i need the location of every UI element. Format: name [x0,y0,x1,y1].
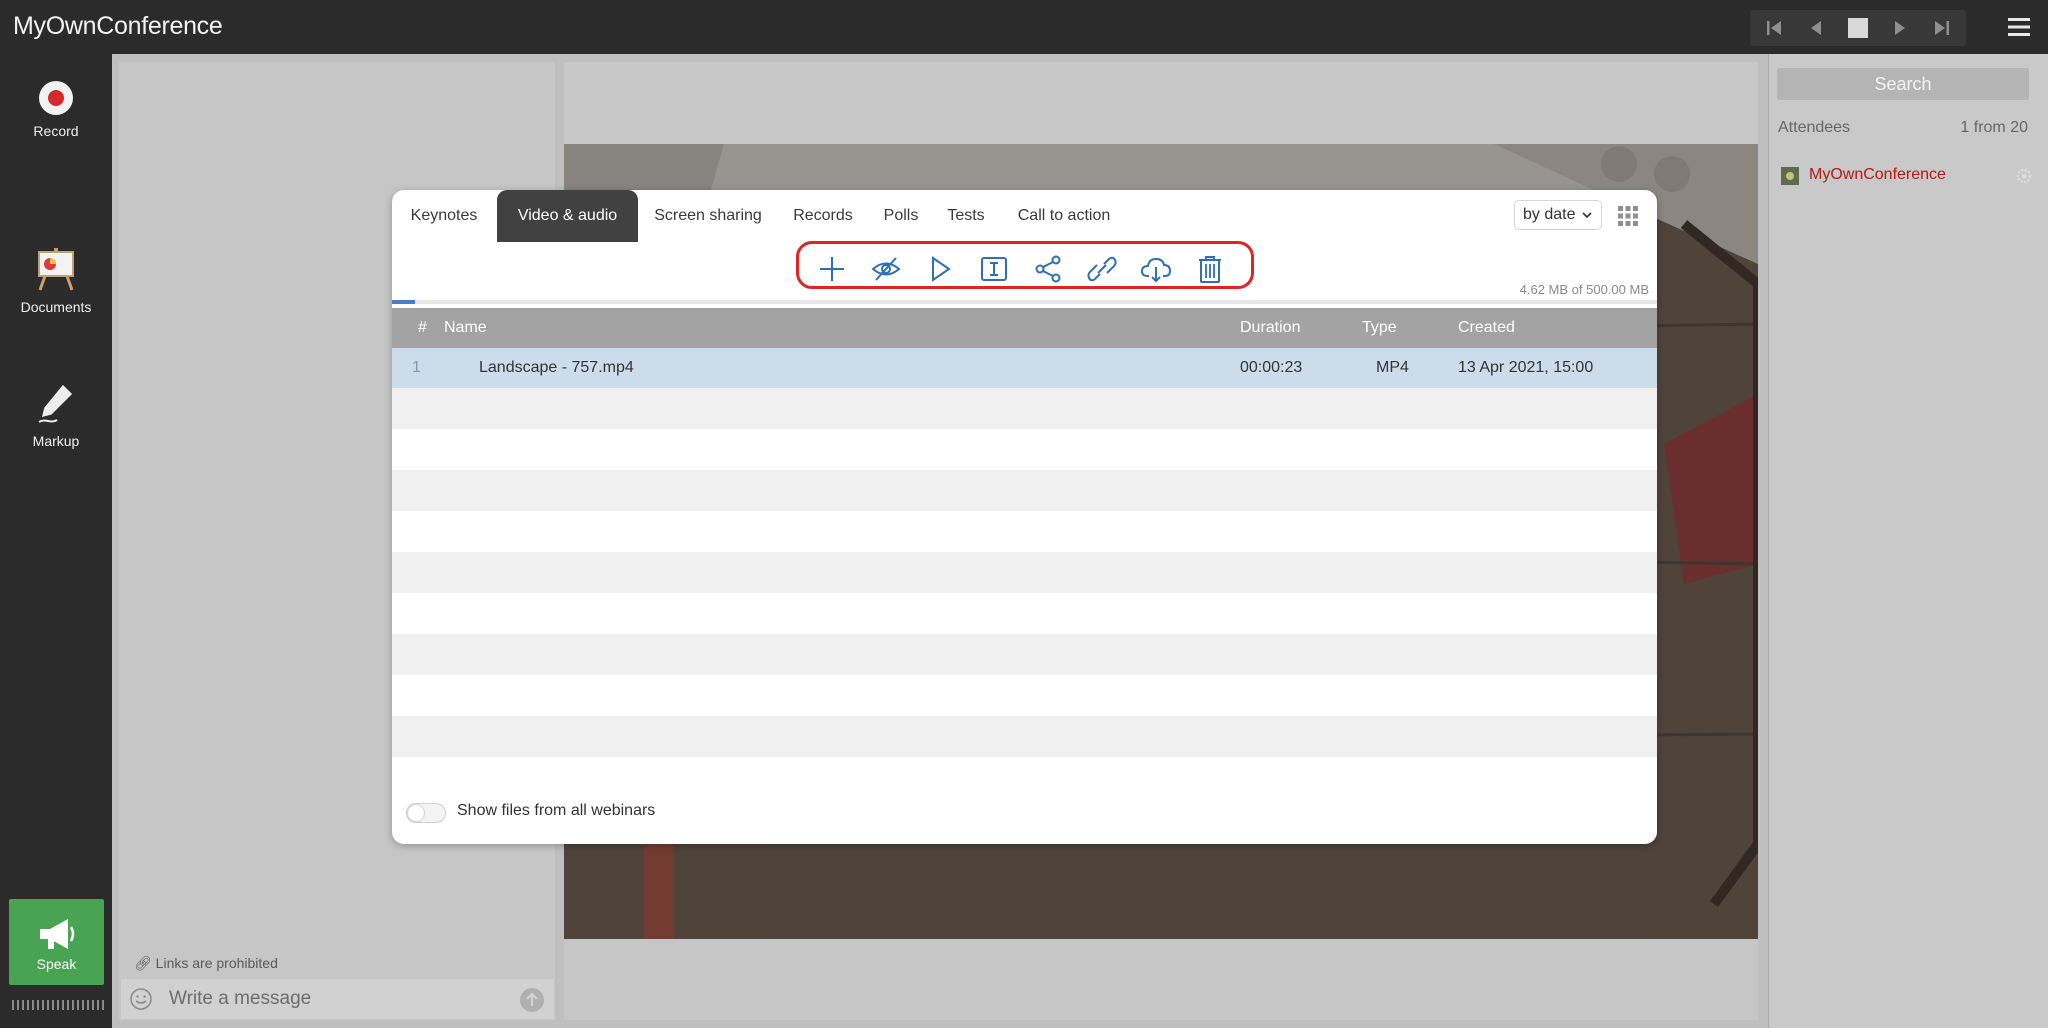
markup-button[interactable]: Markup [0,380,112,449]
column-number-header[interactable]: # [418,308,427,348]
column-created-header[interactable]: Created [1458,308,1515,348]
message-input[interactable] [167,985,497,1013]
row-duration: 00:00:23 [1240,359,1303,376]
table-header: # Name Duration Type Created [392,308,1657,348]
grid-view-icon[interactable] [1618,206,1638,226]
attendee-row[interactable]: MyOwnConference [1777,164,2033,188]
empty-row [392,552,1657,593]
record-icon [39,81,73,115]
show-all-webinars-label: Show files from all webinars [457,802,656,819]
presentation-board-icon [38,248,74,291]
empty-row [392,388,1657,429]
chevron-down-icon [1582,212,1592,219]
empty-row [392,470,1657,511]
storage-progress-bar [392,300,1657,304]
links-notice: 🔗︎ Links are prohibited [134,955,278,972]
column-type-header[interactable]: Type [1362,308,1397,348]
cloud-download-icon[interactable] [1141,254,1171,284]
hide-icon[interactable] [871,254,901,284]
first-slide-icon[interactable] [1762,16,1786,40]
add-icon[interactable] [817,254,847,284]
rename-icon[interactable] [979,254,1009,284]
show-all-webinars-toggle[interactable] [406,803,446,823]
tab-tests[interactable]: Tests [938,190,994,242]
left-sidebar: Record Documents Markup Speak [0,54,112,1028]
link-icon: 🔗︎ [134,955,152,971]
message-bar [121,979,554,1019]
documents-label: Documents [20,299,92,315]
column-name-header[interactable]: Name [444,308,487,348]
tab-screen-sharing[interactable]: Screen sharing [643,190,773,242]
attendees-panel: Attendees 1 from 20 MyOwnConference [1768,54,2048,1028]
volume-meter [12,1000,104,1010]
speak-label: Speak [36,956,77,972]
links-notice-text: Links are prohibited [155,955,278,971]
row-type: MP4 [1376,359,1409,376]
emoji-icon[interactable] [129,987,153,1011]
menu-icon[interactable] [2008,16,2030,38]
empty-row [392,511,1657,552]
attendees-count: 1 from 20 [1960,119,2028,136]
sort-dropdown[interactable]: by date [1514,200,1602,230]
last-slide-icon[interactable] [1930,16,1954,40]
record-button[interactable]: Record [0,80,112,139]
row-number: 1 [412,359,421,376]
tab-polls[interactable]: Polls [873,190,929,242]
tab-keynotes[interactable]: Keynotes [392,190,496,242]
stage-header [564,62,1758,144]
speak-button[interactable]: Speak [9,899,104,985]
column-duration-header[interactable]: Duration [1240,308,1300,348]
settings-gear-icon[interactable] [2016,168,2032,184]
link-icon[interactable] [1087,254,1117,284]
play-icon[interactable] [925,254,955,284]
pen-icon [38,384,73,423]
attendee-name: MyOwnConference [1809,166,1946,183]
storage-usage: 4.62 MB of 500.00 MB [1519,282,1649,297]
empty-row [392,716,1657,757]
share-icon[interactable] [1033,254,1063,284]
send-icon[interactable] [519,987,545,1013]
top-bar: MyOwnConference [0,0,2048,54]
sort-value: by date [1523,206,1576,223]
delete-icon[interactable] [1195,254,1225,284]
attendees-label: Attendees [1778,119,1851,136]
file-actions-toolbar [796,241,1254,289]
documents-button[interactable]: Documents [0,246,112,315]
tab-call-to-action[interactable]: Call to action [1005,190,1123,242]
empty-row [392,675,1657,716]
stage-footer [564,939,1758,1020]
tab-records[interactable]: Records [783,190,863,242]
organizer-avatar-icon [1781,167,1799,185]
markup-label: Markup [32,433,80,449]
megaphone-icon [39,919,74,949]
next-slide-icon[interactable] [1888,16,1912,40]
tab-video-audio[interactable]: Video & audio [497,190,638,242]
stop-icon[interactable] [1846,16,1870,40]
empty-row [392,429,1657,470]
record-label: Record [33,123,79,139]
storage-progress-fill [392,300,415,304]
empty-row [392,634,1657,675]
row-created: 13 Apr 2021, 15:00 [1458,359,1594,376]
empty-row [392,593,1657,634]
row-file-name: Landscape - 757.mp4 [479,359,634,376]
attendee-search-input[interactable] [1777,68,2029,100]
previous-slide-icon[interactable] [1804,16,1828,40]
table-row[interactable]: 1 Landscape - 757.mp4 00:00:23 MP4 13 Ap… [392,348,1657,388]
app-title: MyOwnConference [13,12,223,40]
toggle-knob [408,805,424,821]
file-manager-dialog: Keynotes Video & audio Screen sharing Re… [392,190,1657,844]
slide-navigation [1750,10,1966,46]
